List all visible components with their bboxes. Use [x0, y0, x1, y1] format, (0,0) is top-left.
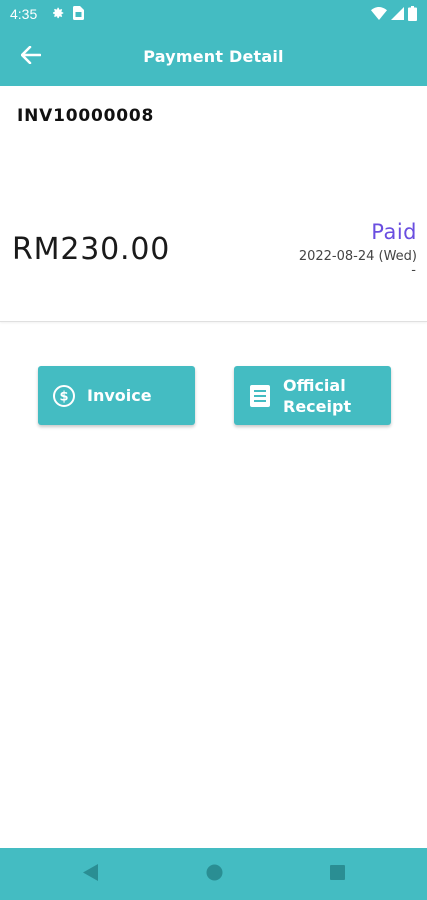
payment-card: INV10000008 RM230.00 Paid 2022-08-24 (We…: [0, 86, 427, 322]
cell-signal-icon: [391, 7, 404, 23]
dollar-circle-icon: $: [52, 384, 76, 408]
sim-card-icon: [73, 6, 84, 23]
payment-extra: -: [411, 263, 416, 278]
payment-amount: RM230.00: [12, 232, 171, 267]
gear-icon: [51, 6, 65, 23]
invoice-button-label: Invoice: [87, 386, 152, 405]
document-icon: [248, 384, 272, 408]
triangle-back-icon: [83, 863, 99, 885]
official-receipt-button-label: Official Receipt: [283, 375, 352, 416]
status-time: 4:35: [10, 6, 38, 22]
app-bar: Payment Detail: [0, 28, 427, 86]
battery-icon: [408, 6, 417, 24]
invoice-number: INV10000008: [17, 106, 155, 126]
official-receipt-button[interactable]: Official Receipt: [234, 366, 391, 425]
payment-date: 2022-08-24 (Wed): [298, 249, 417, 264]
page-title: Payment Detail: [143, 47, 284, 66]
nav-home-button[interactable]: [202, 862, 226, 886]
status-right-icons: [371, 6, 417, 24]
status-bar: 4:35: [0, 0, 427, 28]
status-badge: Paid: [371, 220, 417, 244]
nav-recents-button[interactable]: [325, 862, 349, 886]
system-nav-bar: [0, 848, 427, 900]
square-recents-icon: [329, 864, 345, 884]
invoice-button[interactable]: $ Invoice: [38, 366, 195, 425]
status-left-icons: [51, 6, 84, 23]
wifi-icon: [371, 7, 387, 23]
nav-back-button[interactable]: [79, 862, 103, 886]
circle-home-icon: [206, 864, 223, 885]
svg-text:$: $: [59, 389, 68, 404]
